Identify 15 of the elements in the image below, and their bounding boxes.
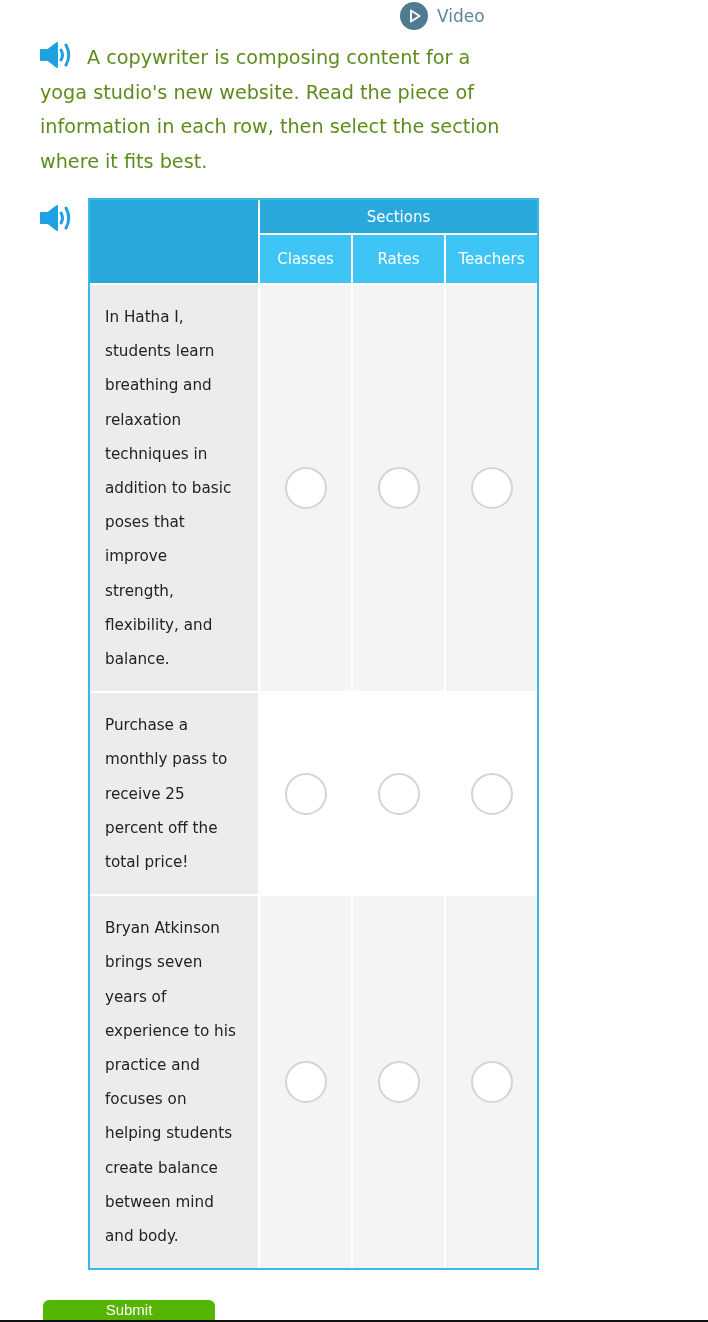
row-text-cell: In Hatha I, students learn breathing and relaxation techniques in addition to basic poses that improve strength, flexibility, and balance.: [90, 285, 258, 692]
column-header: Teachers: [446, 235, 537, 283]
speaker-icon[interactable]: [40, 205, 72, 231]
radio-button[interactable]: [377, 772, 420, 815]
row-text-cell: Purchase a monthly pass to receive 25 percent off the total price!: [90, 693, 258, 895]
radio-button[interactable]: [470, 772, 513, 815]
radio-button[interactable]: [284, 772, 327, 815]
column-header: Rates: [353, 235, 444, 283]
video-link[interactable]: Video: [400, 2, 485, 30]
submit-button[interactable]: Submit: [43, 1300, 215, 1320]
column-group-header: Sections: [260, 200, 537, 233]
prompt-text: A copywriter is composing content for a yoga studio's new website. Read the piece of information in each row, then select the section where it fits best.: [40, 41, 510, 179]
column-header: Classes: [260, 235, 351, 283]
speaker-icon[interactable]: [40, 42, 72, 68]
row-text-cell: Bryan Atkinson brings seven years of experience to his practice and focuses on helping students create balance between mind and body.: [90, 896, 258, 1269]
